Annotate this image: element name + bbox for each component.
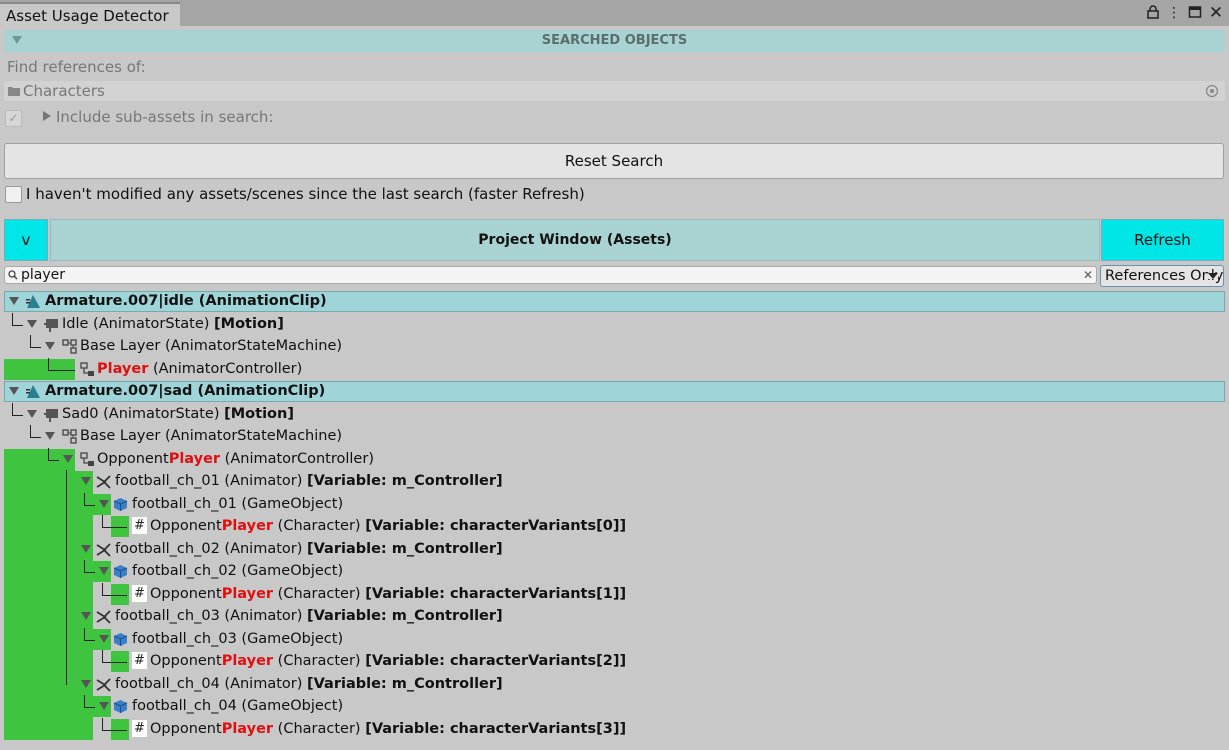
- fold-triangle-icon[interactable]: [9, 387, 19, 395]
- tree-connector: [12, 313, 23, 326]
- animation-clip-icon: [26, 295, 40, 308]
- fold-triangle-icon[interactable]: [63, 455, 73, 463]
- fold-triangle-icon[interactable]: [45, 342, 55, 350]
- result-item[interactable]: football_ch_04 (GameObject): [132, 696, 343, 716]
- fold-triangle-icon[interactable]: [27, 320, 37, 328]
- animator-icon: [96, 543, 111, 557]
- animation-clip-icon: [26, 385, 40, 398]
- gameobject-icon: [113, 633, 128, 646]
- result-item[interactable]: Player (AnimatorController): [97, 359, 302, 379]
- tree-connector: [102, 650, 127, 663]
- fold-triangle-icon[interactable]: [81, 680, 91, 688]
- result-item[interactable]: Idle (AnimatorState) [Motion]: [62, 314, 284, 334]
- result-item[interactable]: football_ch_02 (Animator) [Variable: m_C…: [115, 539, 503, 559]
- tree-connector: [48, 358, 75, 371]
- fold-triangle-icon[interactable]: [99, 635, 109, 643]
- fold-triangle-icon[interactable]: [99, 702, 109, 710]
- animator-icon: [96, 678, 111, 692]
- gameobject-icon: [113, 498, 128, 511]
- result-item[interactable]: OpponentPlayer (Character) [Variable: ch…: [150, 584, 626, 604]
- tree-connector: [30, 425, 41, 438]
- script-icon: #: [132, 720, 147, 737]
- result-item[interactable]: Base Layer (AnimatorStateMachine): [80, 426, 342, 446]
- result-item[interactable]: Armature.007|idle (AnimationClip): [45, 291, 327, 311]
- tree-connector: [84, 560, 95, 573]
- result-tree: # # # # Armature.007|idle (AnimationClip…: [0, 0, 1229, 750]
- result-item[interactable]: OpponentPlayer (Character) [Variable: ch…: [150, 651, 626, 671]
- tree-connector: [84, 628, 95, 641]
- result-item[interactable]: football_ch_01 (GameObject): [132, 494, 343, 514]
- fold-triangle-icon[interactable]: [27, 410, 37, 418]
- tree-connector: [84, 695, 95, 708]
- fold-triangle-icon[interactable]: [9, 297, 19, 305]
- animator-icon: [96, 475, 111, 489]
- animator-state-icon: [44, 409, 58, 422]
- fold-triangle-icon[interactable]: [45, 432, 55, 440]
- fold-triangle-icon[interactable]: [99, 567, 109, 575]
- gameobject-icon: [113, 565, 128, 578]
- tree-connector: [102, 583, 127, 596]
- result-item[interactable]: football_ch_01 (Animator) [Variable: m_C…: [115, 471, 503, 491]
- state-machine-icon: [62, 339, 77, 354]
- script-icon: #: [132, 585, 147, 602]
- tree-connector: [48, 448, 59, 461]
- tree-connector: [12, 403, 23, 416]
- fold-triangle-icon[interactable]: [81, 545, 91, 553]
- result-item[interactable]: Sad0 (AnimatorState) [Motion]: [62, 404, 294, 424]
- script-icon: #: [132, 652, 147, 669]
- tree-connector: [102, 718, 127, 731]
- result-item[interactable]: football_ch_03 (Animator) [Variable: m_C…: [115, 606, 503, 626]
- result-item[interactable]: Base Layer (AnimatorStateMachine): [80, 336, 342, 356]
- animator-controller-icon: [80, 452, 94, 466]
- result-item[interactable]: OpponentPlayer (AnimatorController): [97, 449, 374, 469]
- animator-icon: [96, 610, 111, 624]
- script-icon: #: [132, 517, 147, 534]
- tree-connector: [30, 335, 41, 348]
- highlight-block: [4, 449, 75, 740]
- state-machine-icon: [62, 429, 77, 444]
- tree-connector: [66, 470, 67, 685]
- tree-connector: [102, 515, 127, 528]
- result-item[interactable]: football_ch_04 (Animator) [Variable: m_C…: [115, 674, 503, 694]
- tree-connector: [84, 493, 95, 506]
- fold-triangle-icon[interactable]: [99, 500, 109, 508]
- result-item[interactable]: OpponentPlayer (Character) [Variable: ch…: [150, 719, 626, 739]
- animator-state-icon: [44, 319, 58, 332]
- result-item[interactable]: football_ch_02 (GameObject): [132, 561, 343, 581]
- gameobject-icon: [113, 700, 128, 713]
- result-item[interactable]: OpponentPlayer (Character) [Variable: ch…: [150, 516, 626, 536]
- fold-triangle-icon[interactable]: [81, 477, 91, 485]
- fold-triangle-icon[interactable]: [81, 612, 91, 620]
- result-item[interactable]: football_ch_03 (GameObject): [132, 629, 343, 649]
- result-item[interactable]: Armature.007|sad (AnimationClip): [45, 381, 325, 401]
- animator-controller-icon: [80, 362, 94, 376]
